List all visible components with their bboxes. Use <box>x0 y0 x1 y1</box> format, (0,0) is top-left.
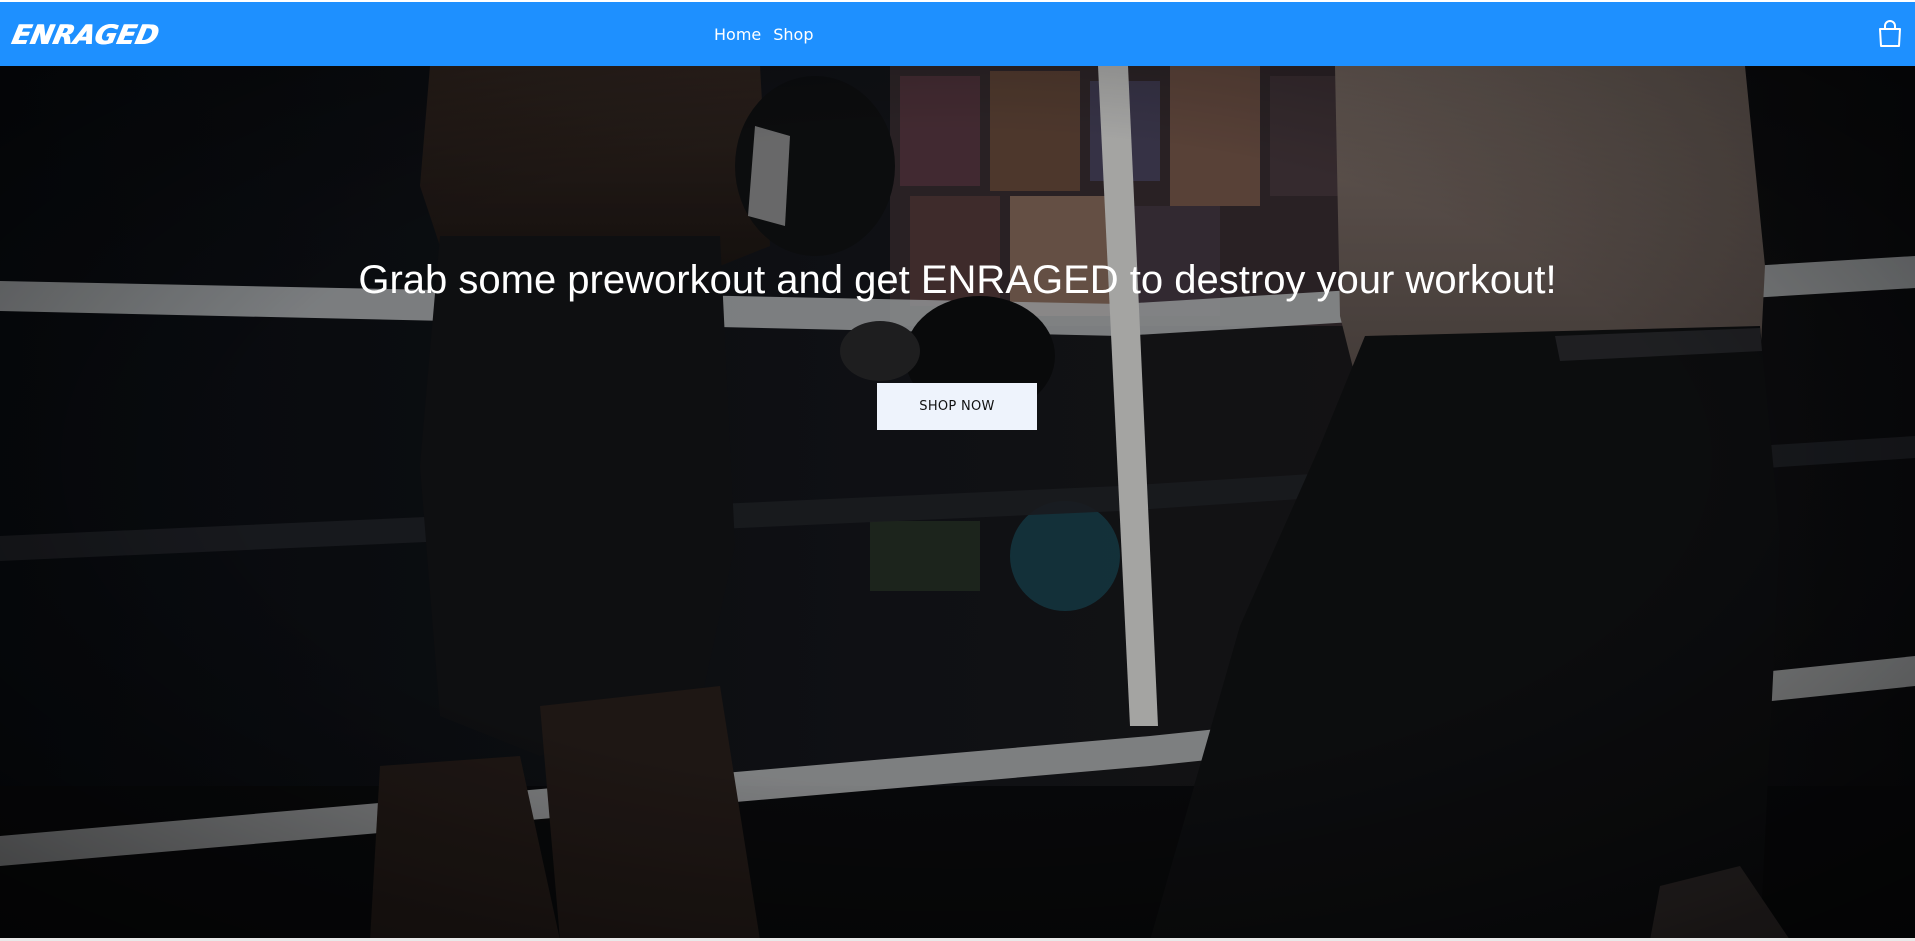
shop-now-button[interactable]: SHOP NOW <box>877 383 1037 430</box>
hero-background-image <box>0 66 1915 940</box>
top-navigation-bar: ENRAGED Home Shop <box>0 2 1915 66</box>
main-nav: Home Shop <box>714 24 814 46</box>
hero-section: Grab some preworkout and get ENRAGED to … <box>0 66 1915 940</box>
nav-link-home[interactable]: Home <box>714 24 761 46</box>
hero-headline: Grab some preworkout and get ENRAGED to … <box>358 258 1557 302</box>
nav-link-shop[interactable]: Shop <box>773 24 813 46</box>
page: ENRAGED Home Shop Grab some preworkout a… <box>0 0 1915 941</box>
brand-logo[interactable]: ENRAGED <box>8 19 161 53</box>
shopping-bag-icon[interactable] <box>1877 20 1903 48</box>
